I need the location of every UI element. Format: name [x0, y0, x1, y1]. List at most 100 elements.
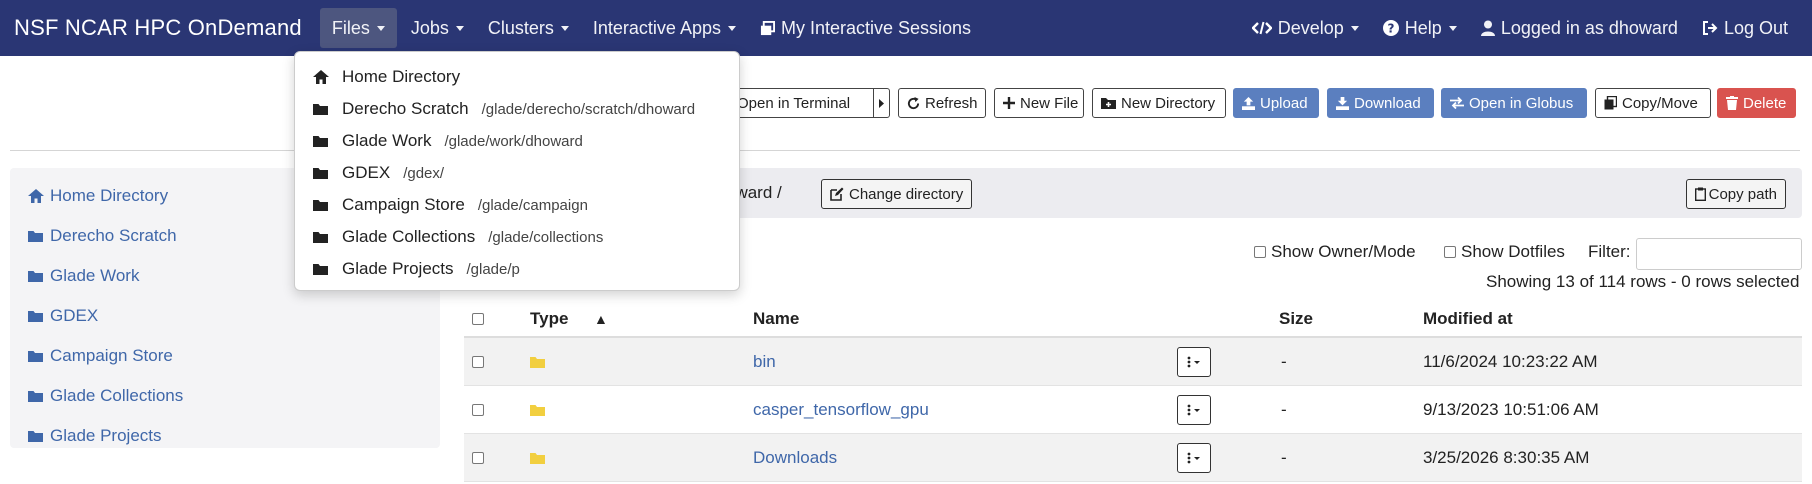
sidebar-item-label: Glade Projects — [50, 426, 162, 445]
sort-asc-icon[interactable]: ▲ — [594, 311, 608, 327]
logged-in-label: Logged in as dhoward — [1500, 17, 1678, 38]
dropdown-item-label: GDEX — [342, 163, 391, 182]
download-icon — [1336, 96, 1349, 110]
nav-help-menu[interactable]: ? Help — [1371, 0, 1469, 56]
nav-logout-link[interactable]: Log Out — [1690, 0, 1800, 56]
sidebar-item-glade-projects[interactable]: Glade Projects — [10, 416, 440, 456]
home-icon — [28, 189, 44, 203]
folder-icon — [313, 261, 333, 277]
rows-status: Showing 13 of 114 rows - 0 rows selected — [1486, 272, 1800, 291]
nav-my-sessions-link[interactable]: My Interactive Sessions — [748, 0, 983, 56]
dropdown-item-label: Glade Collections — [342, 227, 476, 246]
copy-path-button[interactable]: Copy path — [1685, 179, 1786, 209]
upload-button[interactable]: Upload — [1233, 88, 1319, 118]
sidebar-item-label: Campaign Store — [50, 346, 173, 365]
sidebar-item-campaign-store[interactable]: Campaign Store — [10, 336, 440, 376]
nav-develop-label: Develop — [1277, 17, 1344, 38]
nav-user-indicator: Logged in as dhoward — [1469, 0, 1690, 56]
show-dotfiles-label: Show Dotfiles — [1461, 242, 1565, 261]
show-owner-mode-checkbox[interactable] — [1254, 246, 1266, 258]
chevron-down-icon — [455, 25, 464, 31]
refresh-button[interactable]: Refresh — [898, 88, 986, 118]
folder-icon — [313, 197, 333, 213]
row-actions-button[interactable] — [1177, 394, 1211, 425]
refresh-icon — [907, 96, 920, 110]
file-size: - — [1281, 399, 1287, 419]
row-checkbox[interactable] — [472, 451, 484, 464]
row-checkbox[interactable] — [472, 403, 484, 416]
chevron-down-icon — [376, 25, 385, 31]
open-in-terminal-button[interactable]: Open in Terminal — [732, 88, 890, 118]
folder-icon — [28, 270, 44, 282]
row-actions-button[interactable] — [1177, 346, 1211, 377]
terminal-dropdown-toggle[interactable] — [873, 89, 889, 117]
show-dotfiles-toggle[interactable]: Show Dotfiles — [1444, 242, 1565, 262]
column-header-name[interactable]: Name — [753, 309, 799, 329]
table-row[interactable]: casper_tensorflow_gpu - 9/13/2023 10:51:… — [464, 386, 1802, 434]
sign-out-icon — [1702, 20, 1718, 36]
home-icon — [313, 69, 333, 85]
show-dotfiles-checkbox[interactable] — [1444, 246, 1456, 258]
dropdown-item-glade-work[interactable]: Glade Work /glade/work/dhoward — [295, 125, 739, 157]
nav-develop-menu[interactable]: Develop — [1240, 0, 1371, 56]
dropdown-item-label: Glade Work — [342, 131, 432, 150]
folder-icon — [313, 229, 333, 245]
refresh-label: Refresh — [925, 94, 978, 112]
nav-clusters-menu[interactable]: Clusters — [476, 0, 581, 56]
dropdown-item-path: /glade/collections — [488, 228, 604, 246]
ellipsis-vertical-icon — [1187, 404, 1200, 415]
sidebar-item-gdex[interactable]: GDEX — [10, 296, 440, 336]
folder-icon — [530, 386, 545, 433]
nav-files-menu[interactable]: Files — [319, 8, 397, 48]
folder-plus-icon — [1101, 97, 1116, 109]
delete-button[interactable]: Delete — [1717, 88, 1796, 118]
dropdown-item-derecho-scratch[interactable]: Derecho Scratch /glade/derecho/scratch/d… — [295, 93, 739, 125]
dropdown-item-home-directory[interactable]: Home Directory — [295, 61, 739, 93]
dropdown-item-label: Campaign Store — [342, 195, 465, 214]
dropdown-item-gdex[interactable]: GDEX /gdex/ — [295, 157, 739, 189]
column-header-type[interactable]: Type — [530, 309, 568, 329]
table-row[interactable]: bin - 11/6/2024 10:23:22 AM — [464, 338, 1802, 386]
file-name-link[interactable]: bin — [753, 352, 776, 372]
sidebar-item-glade-collections[interactable]: Glade Collections — [10, 376, 440, 416]
folder-icon — [28, 430, 44, 442]
dropdown-item-campaign-store[interactable]: Campaign Store /glade/campaign — [295, 189, 739, 221]
exchange-icon — [1450, 97, 1464, 109]
row-checkbox[interactable] — [472, 355, 484, 368]
column-header-size[interactable]: Size — [1279, 309, 1313, 329]
file-modified: 3/25/2026 8:30:35 AM — [1423, 447, 1590, 467]
file-name-link[interactable]: casper_tensorflow_gpu — [753, 400, 929, 420]
file-modified: 9/13/2023 10:51:06 AM — [1423, 399, 1599, 419]
nav-jobs-menu[interactable]: Jobs — [399, 0, 476, 56]
open-in-globus-button[interactable]: Open in Globus — [1441, 88, 1587, 118]
nav-interactive-apps-menu[interactable]: Interactive Apps — [581, 0, 748, 56]
new-directory-button[interactable]: New Directory — [1092, 88, 1226, 118]
files-dropdown-menu: Home Directory Derecho Scratch /glade/de… — [294, 51, 740, 291]
copy-move-button[interactable]: Copy/Move — [1595, 88, 1711, 118]
change-directory-label: Change directory — [849, 185, 964, 203]
download-button[interactable]: Download — [1327, 88, 1434, 118]
user-icon — [1480, 20, 1495, 36]
new-file-button[interactable]: New File — [994, 88, 1084, 118]
dropdown-item-glade-projects[interactable]: Glade Projects /glade/p — [295, 253, 739, 285]
nav-help-label: Help — [1404, 17, 1442, 38]
row-actions-button[interactable] — [1177, 442, 1211, 473]
change-directory-button[interactable]: Change directory — [821, 179, 973, 209]
select-all-checkbox[interactable] — [472, 313, 484, 325]
open-terminal-label: Open in Terminal — [737, 94, 851, 112]
folder-icon — [313, 133, 333, 149]
column-header-modified[interactable]: Modified at — [1423, 309, 1513, 329]
toolbar-divider — [10, 150, 1800, 151]
file-name-link[interactable]: Downloads — [753, 448, 837, 468]
plus-icon — [1003, 97, 1015, 109]
table-row[interactable]: Downloads - 3/25/2026 8:30:35 AM — [464, 434, 1802, 482]
folder-icon — [28, 310, 44, 322]
dropdown-item-path: /glade/derecho/scratch/dhoward — [481, 100, 696, 118]
sidebar-item-label: Glade Collections — [50, 386, 184, 405]
clipboard-icon — [1694, 187, 1706, 201]
show-owner-mode-toggle[interactable]: Show Owner/Mode — [1254, 242, 1416, 262]
upload-icon — [1242, 96, 1255, 110]
dropdown-item-glade-collections[interactable]: Glade Collections /glade/collections — [295, 221, 739, 253]
brand-title[interactable]: NSF NCAR HPC OnDemand — [14, 15, 302, 41]
filter-input[interactable] — [1636, 238, 1802, 270]
